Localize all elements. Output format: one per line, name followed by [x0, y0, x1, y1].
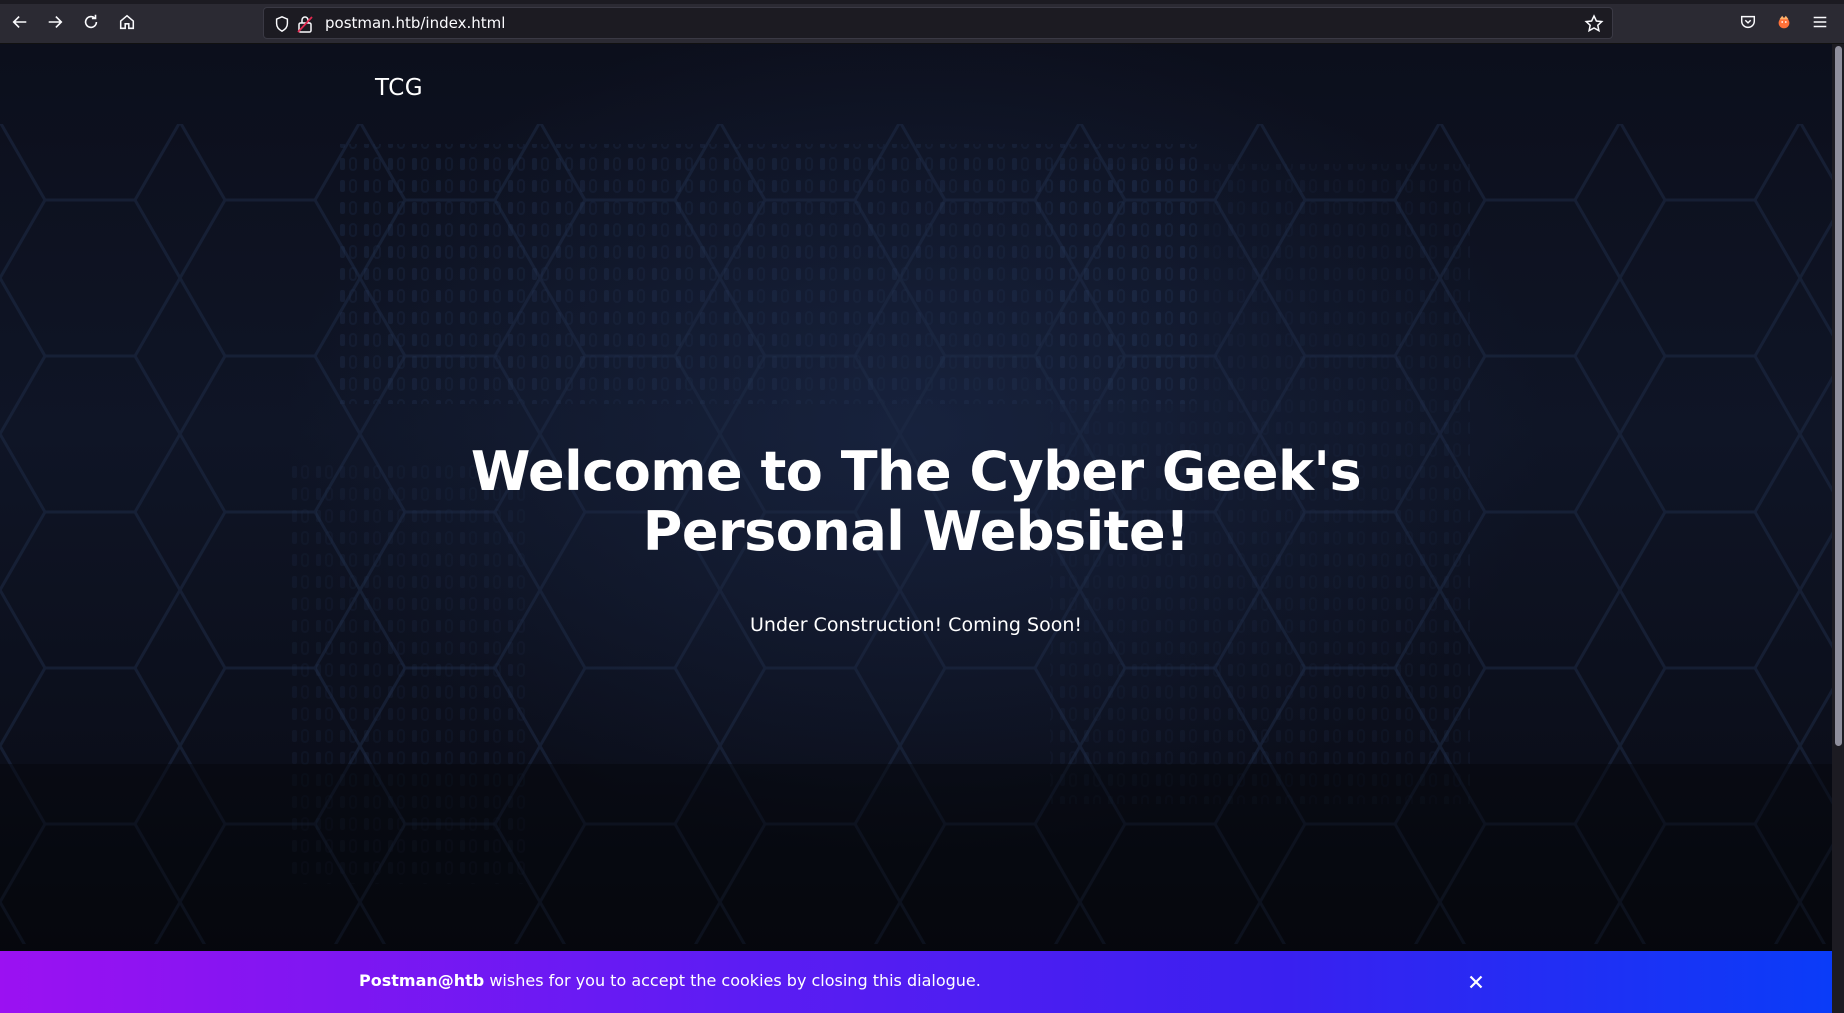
tab-strip	[0, 0, 1844, 4]
page-scrollbar[interactable]	[1832, 44, 1844, 1013]
home-icon[interactable]	[116, 11, 138, 33]
cookie-banner: Postman@htb wishes for you to accept the…	[0, 951, 1832, 1013]
cookie-text: wishes for you to accept the cookies by …	[484, 971, 981, 990]
reload-icon[interactable]	[80, 11, 102, 33]
cookie-message: Postman@htb wishes for you to accept the…	[359, 971, 981, 990]
menu-icon[interactable]	[1809, 11, 1831, 33]
close-icon[interactable]	[1465, 971, 1487, 993]
hero-title-line1: Welcome to The Cyber Geek's	[470, 440, 1362, 503]
shield-icon[interactable]	[273, 15, 291, 33]
cookie-brand: Postman@htb	[359, 971, 485, 990]
hero-subtitle: Under Construction! Coming Soon!	[750, 614, 1082, 636]
hero-title: Welcome to The Cyber Geek's Personal Web…	[0, 442, 1832, 562]
back-icon[interactable]	[9, 11, 31, 33]
extension-icon[interactable]	[1773, 11, 1795, 33]
forward-icon[interactable]	[44, 11, 66, 33]
scrollbar-thumb[interactable]	[1835, 46, 1842, 746]
lock-icon[interactable]	[297, 15, 313, 33]
browser-toolbar: postman.htb/index.html	[0, 0, 1844, 44]
bookmark-star-icon[interactable]	[1584, 14, 1604, 34]
url-bar[interactable]: postman.htb/index.html	[263, 7, 1613, 39]
hero-title-line2: Personal Website!	[642, 500, 1190, 563]
page-viewport: TCG Welcome to The Cyber Geek's Personal…	[0, 44, 1832, 1013]
site-brand[interactable]: TCG	[375, 75, 423, 101]
pocket-icon[interactable]	[1737, 11, 1759, 33]
url-text[interactable]: postman.htb/index.html	[325, 13, 505, 33]
